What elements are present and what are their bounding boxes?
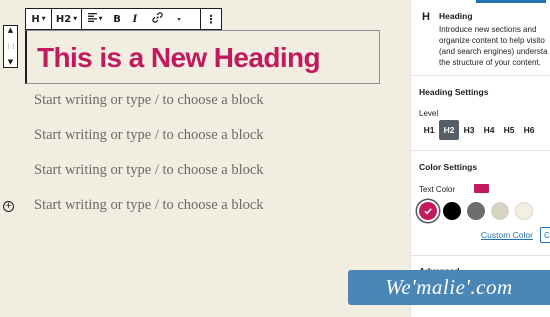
heading-level-selector: H1 H2 H3 H4 H5 H6 xyxy=(419,120,539,140)
more-options-button[interactable]: ⋮ xyxy=(201,9,221,29)
current-text-color-indicator xyxy=(474,184,489,193)
link-icon xyxy=(151,12,163,26)
heading-text[interactable]: This is a New Heading xyxy=(37,42,321,74)
block-card-description-line: Introduce new sections and xyxy=(439,25,537,34)
heading-level-group: H2 ▼ xyxy=(52,9,82,29)
heading-level-label: H2 xyxy=(55,13,72,25)
color-settings-title[interactable]: Color Settings xyxy=(419,162,477,172)
chevron-down-icon: ▼ xyxy=(98,16,103,22)
watermark: We'malie'.com xyxy=(348,270,550,305)
block-card-description-line: the structure of your content. xyxy=(439,58,541,67)
heading-block[interactable]: This is a New Heading xyxy=(25,30,380,84)
block-card-description-line: (and search engines) understa xyxy=(439,47,548,56)
block-card-description-line: organize content to help visito xyxy=(439,36,545,45)
paragraph-placeholder[interactable]: Start writing or type / to choose a bloc… xyxy=(34,197,264,214)
heading-settings-title[interactable]: Heading Settings xyxy=(419,87,488,97)
link-button[interactable] xyxy=(144,9,170,29)
block-inserter-button[interactable]: + xyxy=(3,201,14,212)
paragraph-placeholder[interactable]: Start writing or type / to choose a bloc… xyxy=(34,92,264,109)
plus-icon: + xyxy=(4,201,13,211)
color-swatch-beige[interactable] xyxy=(491,202,509,220)
move-down-icon[interactable]: ▼ xyxy=(8,59,13,66)
level-h1-button[interactable]: H1 xyxy=(419,120,439,140)
block-type-group: H ▼ xyxy=(26,9,52,29)
chevron-down-icon: ▼ xyxy=(41,16,46,22)
panel-divider xyxy=(411,150,550,151)
block-card-description: Introduce new sections and organize cont… xyxy=(439,24,550,68)
heading-icon: H xyxy=(31,13,40,25)
color-swatch-crimson[interactable] xyxy=(419,202,437,220)
custom-color-link[interactable]: Custom Color xyxy=(481,230,533,240)
paragraph-placeholder[interactable]: Start writing or type / to choose a bloc… xyxy=(34,162,264,179)
move-up-icon[interactable]: ▲ xyxy=(8,27,13,34)
block-card: H Heading Introduce new sections and org… xyxy=(411,0,550,76)
align-button[interactable]: ▼ xyxy=(82,9,108,29)
bold-button[interactable]: B xyxy=(108,9,126,29)
level-h4-button[interactable]: H4 xyxy=(479,120,499,140)
check-icon xyxy=(424,208,432,215)
level-h5-button[interactable]: H5 xyxy=(499,120,519,140)
clear-color-button[interactable]: C xyxy=(540,227,550,243)
block-card-title: Heading xyxy=(439,11,473,21)
level-label: Level xyxy=(419,109,439,118)
color-swatch-cream[interactable] xyxy=(515,202,533,220)
heading-level-button[interactable]: H2 ▼ xyxy=(52,9,81,29)
paragraph-placeholder[interactable]: Start writing or type / to choose a bloc… xyxy=(34,127,264,144)
watermark-text: We'malie'.com xyxy=(385,275,513,299)
chevron-down-icon: ▼ xyxy=(73,16,78,22)
block-type-button[interactable]: H ▼ xyxy=(26,9,51,29)
color-palette xyxy=(419,202,539,220)
more-formatting-button[interactable]: ▾ xyxy=(170,9,188,29)
block-mover: ▲ ⋮⋮ ▼ xyxy=(3,25,18,68)
level-h3-button[interactable]: H3 xyxy=(459,120,479,140)
heading-icon: H xyxy=(422,11,430,23)
color-swatch-gray[interactable] xyxy=(467,202,485,220)
color-swatch-black[interactable] xyxy=(443,202,461,220)
text-color-label: Text Color xyxy=(419,185,456,194)
drag-handle-icon[interactable]: ⋮⋮ xyxy=(6,43,17,50)
formatting-group: ▼ B I ▾ xyxy=(82,9,201,29)
panel-divider xyxy=(411,255,550,256)
block-toolbar: H ▼ H2 ▼ ▼ B I ▾ ⋮ xyxy=(25,8,222,30)
options-group: ⋮ xyxy=(201,9,221,29)
align-left-icon xyxy=(87,13,97,25)
italic-button[interactable]: I xyxy=(126,9,144,29)
level-h2-button[interactable]: H2 xyxy=(439,120,459,140)
level-h6-button[interactable]: H6 xyxy=(519,120,539,140)
